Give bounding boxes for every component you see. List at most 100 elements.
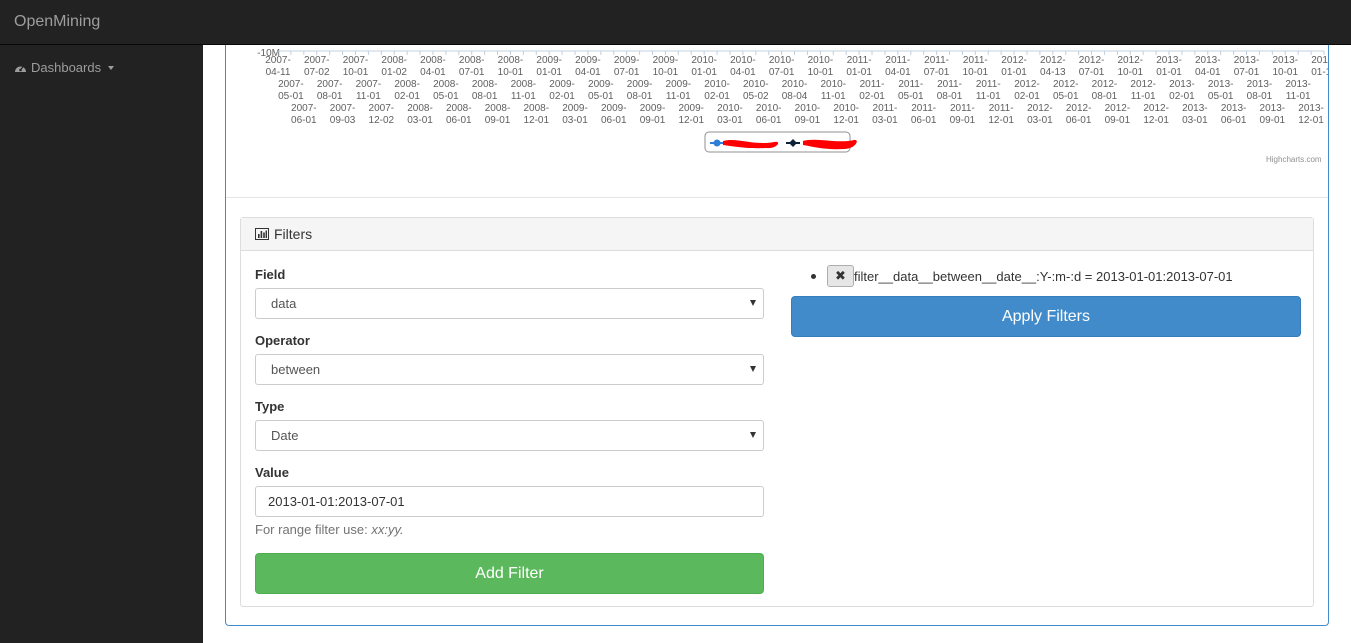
x-tick-label: 2009-02-01 — [549, 79, 575, 102]
x-tick-label: 2013-07-01 — [1234, 55, 1260, 78]
top-navbar: OpenMining — [0, 0, 1351, 45]
x-tick-label: 2012-10-01 — [1118, 55, 1144, 78]
x-tick-label: 2012-04-13 — [1040, 55, 1066, 78]
applied-filter-item: ✖ filter__data__between__date__:Y-:m-:d … — [811, 265, 1233, 287]
line-chart: -10M2007-04-112007-07-022007-10-012008-0… — [257, 48, 1328, 153]
field-select-value: data — [271, 296, 297, 311]
x-tick-label: 2009-10-01 — [653, 55, 679, 78]
filters-header: Filters — [241, 218, 1313, 251]
x-tick-label: 2007-04-11 — [265, 55, 291, 78]
close-icon: ✖ — [835, 268, 846, 283]
x-tick-label: 2009-12-01 — [678, 103, 704, 126]
x-tick-label: 2008-07-01 — [459, 55, 485, 78]
remove-filter-button[interactable]: ✖ — [827, 265, 854, 287]
operator-select-value: between — [271, 362, 321, 377]
apply-filters-button[interactable]: Apply Filters — [791, 296, 1301, 337]
x-tick-label: 2011-11-01 — [976, 79, 1001, 102]
x-tick-label: 2008-04-01 — [420, 55, 446, 78]
x-tick-label: 2008-09-01 — [485, 103, 511, 126]
filters-panel: Filters Field data Operator between Type… — [240, 217, 1314, 607]
x-tick-label: 2014-01-10 — [1311, 55, 1328, 78]
x-tick-label: 2007-10-01 — [343, 55, 369, 78]
x-tick-label: 2011-04-01 — [885, 55, 911, 78]
x-tick-label: 2010-02-01 — [704, 79, 730, 102]
value-label: Value — [255, 465, 289, 480]
sidebar-item-dashboards[interactable]: Dashboards — [14, 60, 115, 75]
x-tick-label: 2008-12-01 — [523, 103, 549, 126]
x-tick-label: 2008-03-01 — [407, 103, 433, 126]
x-tick-label: 2013-04-01 — [1195, 55, 1221, 78]
value-help-text: For range filter use: xx:yy. — [255, 522, 404, 537]
x-tick-label: 2007-07-02 — [304, 55, 330, 78]
field-label: Field — [255, 267, 286, 282]
x-tick-label: 2010-07-01 — [769, 55, 795, 78]
x-tick-label: 2007-06-01 — [291, 103, 317, 126]
x-tick-label: 2009-04-01 — [575, 55, 601, 78]
list-bullet — [811, 273, 816, 279]
x-tick-label: 2009-09-01 — [640, 103, 666, 126]
dashboard-icon — [15, 65, 26, 72]
x-tick-label: 2010-06-01 — [756, 103, 782, 126]
x-tick-label: 2012-11-01 — [1130, 79, 1156, 102]
x-tick-label: 2012-02-01 — [1014, 79, 1040, 102]
x-tick-label: 2012-05-01 — [1053, 79, 1079, 102]
x-tick-label: 2009-07-01 — [614, 55, 640, 78]
brand-link[interactable]: OpenMining — [14, 13, 100, 31]
x-tick-label: 2012-07-01 — [1079, 55, 1105, 78]
x-tick-label: 2011-08-01 — [937, 79, 963, 102]
x-tick-label: 2013-06-01 — [1221, 103, 1247, 126]
chevron-down-icon[interactable] — [108, 65, 115, 70]
x-tick-label: 2011-12-01 — [988, 103, 1014, 126]
x-tick-label: 2007-12-02 — [369, 103, 395, 126]
add-filter-button[interactable]: Add Filter — [255, 553, 764, 594]
x-tick-label: 2008-06-01 — [446, 103, 472, 126]
x-tick-label: 2007-11-01 — [356, 79, 382, 102]
filters-title: Filters — [274, 226, 313, 242]
sidebar-item-label: Dashboards — [31, 60, 102, 75]
x-tick-label: 2011-02-01 — [859, 79, 885, 102]
x-tick-label: 2008-08-01 — [472, 79, 498, 102]
x-tick-label: 2013-09-01 — [1260, 103, 1286, 126]
x-tick-label: 2011-03-01 — [872, 103, 898, 126]
operator-select[interactable]: between — [255, 354, 764, 385]
x-tick-label: 2012-01-01 — [1001, 55, 1027, 78]
x-tick-label: 2011-09-01 — [950, 103, 976, 126]
x-tick-label: 2008-10-01 — [498, 55, 524, 78]
x-tick-label: 2011-07-01 — [924, 55, 950, 78]
x-tick-label: 2010-01-01 — [691, 55, 717, 78]
x-tick-label: 2007-05-01 — [278, 79, 304, 102]
sidebar: Dashboards — [0, 45, 203, 643]
x-tick-label: 2007-09-03 — [330, 103, 356, 126]
x-tick-label: 2013-02-01 — [1169, 79, 1195, 102]
x-tick-label: 2009-11-01 — [666, 79, 692, 102]
x-tick-label: 2013-01-01 — [1156, 55, 1182, 78]
x-tick-label: 2013-03-01 — [1182, 103, 1208, 126]
x-tick-label: 2009-01-01 — [536, 55, 562, 78]
x-tick-label: 2010-09-01 — [795, 103, 821, 126]
type-select[interactable]: Date — [255, 420, 764, 451]
dropdown-arrow-icon — [750, 366, 756, 372]
dashboard-panel: -10M 2007-04-11 2007-07-02 2007-10-01 2008-0… — [225, 45, 1329, 626]
x-tick-label: 2010-11-01 — [820, 79, 846, 102]
x-tick-label: 2012-08-01 — [1092, 79, 1118, 102]
x-tick-label: 2010-08-04 — [782, 79, 808, 102]
x-tick-label: 2010-03-01 — [717, 103, 743, 126]
x-tick-label: 2008-05-01 — [433, 79, 459, 102]
chart-credits[interactable]: Highcharts.com — [1266, 155, 1322, 164]
field-select[interactable]: data — [255, 288, 764, 319]
x-tick-label: 2008-02-01 — [394, 79, 420, 102]
x-tick-label: 2013-10-01 — [1272, 55, 1298, 78]
x-tick-label: 2007-08-01 — [317, 79, 343, 102]
x-tick-label: 2011-05-01 — [898, 79, 924, 102]
x-tick-label: 2010-05-02 — [743, 79, 769, 102]
x-tick-label: 2009-05-01 — [588, 79, 614, 102]
x-tick-label: 2011-10-01 — [963, 55, 989, 78]
x-tick-label: 2013-11-01 — [1285, 79, 1311, 102]
value-input[interactable] — [255, 486, 764, 517]
x-tick-label: 2013-05-01 — [1208, 79, 1234, 102]
x-tick-label: 2008-01-02 — [381, 55, 407, 78]
x-tick-label: 2010-12-01 — [833, 103, 859, 126]
dropdown-arrow-icon — [750, 432, 756, 438]
x-tick-label: 2009-08-01 — [627, 79, 653, 102]
x-tick-label: 2008-11-01 — [511, 79, 537, 102]
